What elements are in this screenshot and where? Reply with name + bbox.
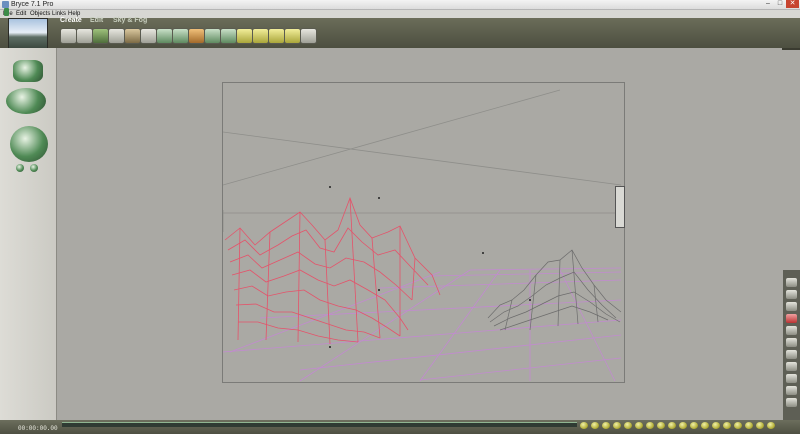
memory-dot-button[interactable] (668, 422, 676, 429)
memory-dot-button[interactable] (679, 422, 687, 429)
delete-button[interactable] (786, 314, 797, 323)
play-button[interactable] (591, 422, 599, 429)
memory-dot-button[interactable] (712, 422, 720, 429)
memory-dot-button[interactable] (646, 422, 654, 429)
edit-tool-button[interactable] (786, 338, 797, 347)
selection-handle-bar[interactable] (615, 186, 625, 228)
memory-dot-button[interactable] (701, 422, 709, 429)
memory-dot-button[interactable] (690, 422, 698, 429)
memory-dot-button[interactable] (767, 422, 775, 429)
memory-dot-button[interactable] (734, 422, 742, 429)
edit-tool-button[interactable] (786, 278, 797, 287)
edit-tool-button[interactable] (786, 326, 797, 335)
edit-tool-button[interactable] (786, 290, 797, 299)
edit-tool-button[interactable] (786, 302, 797, 311)
edit-tool-button[interactable] (786, 362, 797, 371)
playback-controls (580, 420, 790, 431)
memory-dot-button[interactable] (723, 422, 731, 429)
timeline-scrubber[interactable] (62, 422, 577, 427)
right-control-strip (783, 270, 800, 420)
forward-button[interactable] (602, 422, 610, 429)
keyframe-add-button[interactable] (613, 422, 621, 429)
edit-tool-button[interactable] (786, 374, 797, 383)
edit-tool-button[interactable] (786, 386, 797, 395)
memory-dot-button[interactable] (657, 422, 665, 429)
memory-dot-button[interactable] (756, 422, 764, 429)
memory-dot-button[interactable] (745, 422, 753, 429)
edit-tool-button[interactable] (786, 350, 797, 359)
edit-tool-button[interactable] (786, 398, 797, 407)
render-frame (222, 82, 625, 383)
memory-dot-button[interactable] (635, 422, 643, 429)
keyframe-remove-button[interactable] (624, 422, 632, 429)
timecode: 00:00:00.00 (18, 425, 58, 432)
rewind-button[interactable] (580, 422, 588, 429)
